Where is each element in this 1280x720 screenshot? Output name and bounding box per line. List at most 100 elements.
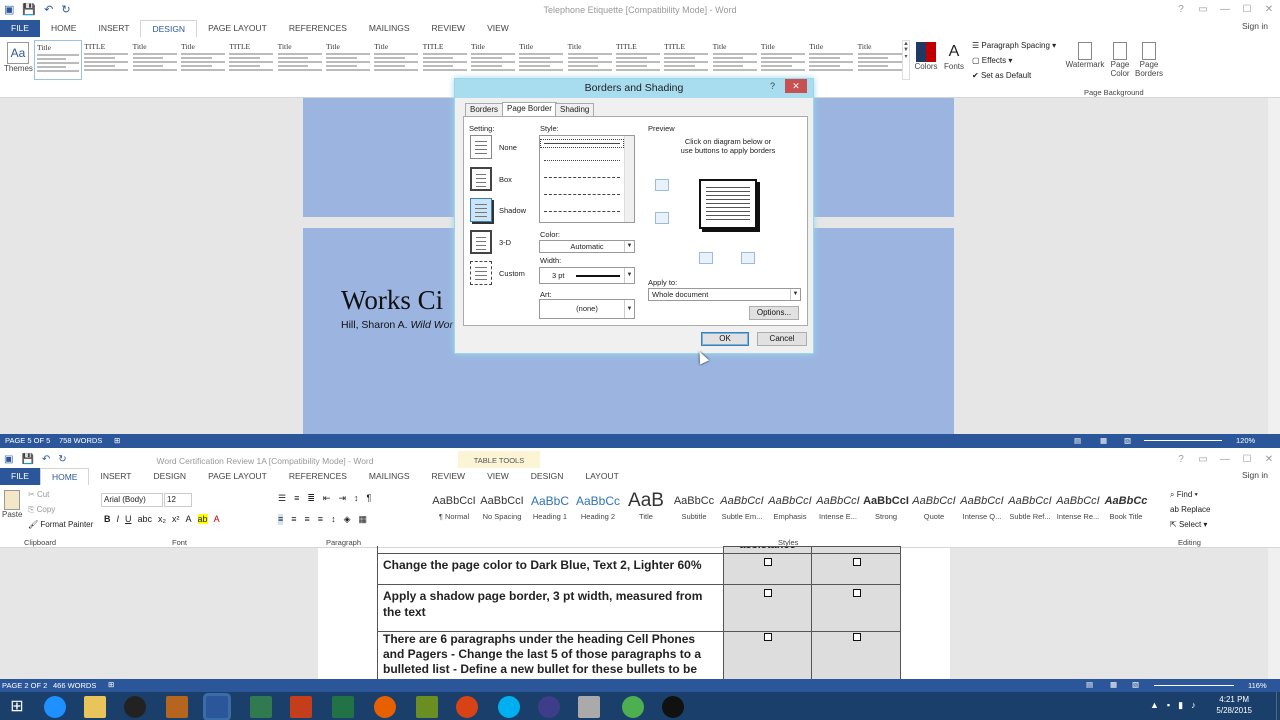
numbering-icon[interactable]: ≡ — [294, 493, 299, 504]
tray-arrow-icon[interactable]: ▲ — [1150, 700, 1159, 711]
copy-button[interactable]: ⎘ Copy — [28, 505, 55, 515]
style-set-item[interactable]: TITLE — [421, 40, 469, 80]
table-row-task[interactable]: Change the page color to Dark Blue, Text… — [377, 553, 724, 585]
style-item[interactable]: AaBbCcI ¶ Normal — [430, 490, 478, 530]
tab-design[interactable]: DESIGN — [520, 468, 575, 485]
checkbox-icon[interactable] — [853, 589, 861, 597]
excel-icon[interactable] — [332, 696, 354, 718]
align-left-icon[interactable]: ≡ — [278, 514, 284, 525]
checkbox-icon[interactable] — [853, 558, 861, 566]
bullets-icon[interactable]: ☰ — [278, 493, 286, 504]
style-item[interactable]: AaBbCcI Strong — [862, 490, 910, 530]
powerpoint-icon[interactable] — [290, 696, 312, 718]
close-icon[interactable]: ✕ — [1258, 0, 1280, 20]
setting-box-icon[interactable] — [470, 167, 492, 191]
style-item[interactable]: AaBbC Heading 1 — [526, 490, 574, 530]
tab-review[interactable]: REVIEW — [421, 20, 477, 37]
watermark-button[interactable]: Watermark — [1064, 42, 1106, 69]
pilcrow-icon[interactable]: ¶ — [366, 493, 371, 504]
table-row-task[interactable]: Apply a shadow page border, 3 pt width, … — [377, 584, 724, 632]
style-set-item[interactable]: Title — [711, 40, 759, 80]
setting-3d-icon[interactable] — [470, 230, 492, 254]
style-set-item[interactable]: Title — [34, 40, 82, 80]
font-color-icon[interactable]: A — [214, 514, 220, 524]
checkbox-icon[interactable] — [853, 633, 861, 641]
tab-page-layout[interactable]: PAGE LAYOUT — [197, 20, 278, 37]
strikethrough-button[interactable]: abc — [138, 514, 153, 524]
font-name-input[interactable]: Arial (Body) — [101, 493, 163, 507]
zoom-slider[interactable] — [1144, 440, 1222, 441]
shading-icon[interactable]: ◈ — [344, 514, 351, 525]
style-item[interactable]: AaB Title — [622, 490, 670, 530]
set-as-default-button[interactable]: ✔ Set as Default — [972, 71, 1031, 80]
tab-page-border[interactable]: Page Border — [502, 102, 557, 117]
ribbon-display-icon[interactable]: ▭ — [1192, 0, 1214, 20]
art-dropdown[interactable]: (none) ▼ — [539, 299, 635, 319]
style-item[interactable]: AaBbCcI Intense Re... — [1054, 490, 1102, 530]
setting-none-label[interactable]: None — [499, 143, 517, 152]
bold-button[interactable]: B — [104, 514, 111, 524]
style-item[interactable]: AaBbCcI Emphasis — [766, 490, 814, 530]
setting-box-label[interactable]: Box — [499, 175, 512, 184]
line-spacing-icon[interactable]: ↕ — [331, 514, 336, 525]
style-dotted[interactable] — [544, 160, 620, 161]
tab-file[interactable]: FILE — [0, 468, 40, 485]
colors-button[interactable]: Colors — [913, 42, 939, 71]
word-count[interactable]: 758 WORDS — [59, 436, 102, 445]
minecraft-icon[interactable] — [416, 696, 438, 718]
underline-button[interactable]: U — [125, 514, 132, 524]
media-player-icon[interactable] — [578, 696, 600, 718]
font-size-input[interactable]: 12 — [164, 493, 192, 507]
color-dropdown[interactable]: Automatic ▼ — [539, 240, 635, 253]
italic-button[interactable]: I — [117, 514, 120, 524]
help-icon[interactable]: ? — [1170, 0, 1192, 20]
page-color-button[interactable]: Page Color — [1106, 42, 1134, 78]
left-border-button[interactable] — [699, 252, 713, 264]
tab-design[interactable]: DESIGN — [140, 20, 198, 37]
style-set-item[interactable]: Title — [276, 40, 324, 80]
decrease-indent-icon[interactable]: ⇤ — [323, 493, 331, 504]
page-indicator[interactable]: PAGE 5 OF 5 — [5, 436, 50, 445]
taskbar-clock[interactable]: 4:21 PM 5/28/2015 — [1216, 694, 1252, 716]
file-explorer-icon[interactable] — [84, 696, 106, 718]
style-set-item[interactable]: Title — [566, 40, 614, 80]
options-button[interactable]: Options... — [749, 306, 799, 320]
border-preview-diagram[interactable] — [699, 179, 757, 229]
style-set-item[interactable]: Title — [179, 40, 227, 80]
select-button[interactable]: ⇱ Select ▾ — [1170, 520, 1207, 529]
multilevel-icon[interactable]: ≣ — [307, 493, 315, 504]
sort-icon[interactable]: ↕ — [354, 493, 359, 504]
dialog-help-icon[interactable]: ? — [770, 81, 775, 91]
replace-button[interactable]: ab Replace — [1170, 505, 1210, 514]
show-desktop-button[interactable] — [1276, 692, 1280, 720]
setting-none-icon[interactable] — [470, 135, 492, 159]
bottom-sign-in[interactable]: Sign in — [1242, 470, 1268, 480]
style-item[interactable]: AaBbCcI No Spacing — [478, 490, 526, 530]
setting-shadow-label[interactable]: Shadow — [499, 206, 526, 215]
paragraph-spacing-button[interactable]: ☰ Paragraph Spacing ▾ — [972, 41, 1056, 50]
word-count[interactable]: 466 WORDS — [53, 681, 96, 690]
setting-custom-label[interactable]: Custom — [499, 269, 525, 278]
obs-icon[interactable] — [662, 696, 684, 718]
style-item[interactable]: AaBbCcI Subtle Em... — [718, 490, 766, 530]
chrome-icon[interactable] — [622, 696, 644, 718]
network-icon[interactable]: ▮ — [1178, 700, 1183, 711]
tab-mailings[interactable]: MAILINGS — [358, 20, 421, 37]
tab-page-layout[interactable]: PAGE LAYOUT — [197, 468, 278, 485]
width-dropdown[interactable]: 3 pt ▼ — [539, 267, 635, 284]
effects-button[interactable]: ▢ Effects ▾ — [972, 56, 1012, 65]
align-center-icon[interactable]: ≡ — [291, 514, 296, 525]
sign-in-link[interactable]: Sign in — [1242, 21, 1268, 31]
table-row-task[interactable]: There are 6 paragraphs under the heading… — [377, 631, 724, 679]
gallery-scroll[interactable]: ▲ ▼ ▾ — [902, 40, 910, 80]
firefox-icon[interactable] — [374, 696, 396, 718]
style-set-item[interactable]: Title — [517, 40, 565, 80]
setting-3d-label[interactable]: 3-D — [499, 238, 511, 247]
style-dashed[interactable] — [544, 194, 620, 195]
setting-shadow-icon[interactable] — [470, 198, 492, 222]
apply-to-dropdown[interactable]: Whole document ▼ — [648, 288, 801, 301]
tab-shading[interactable]: Shading — [555, 103, 595, 116]
tab-file[interactable]: FILE — [0, 20, 40, 37]
tab-borders[interactable]: Borders — [465, 103, 504, 116]
zoom-level[interactable]: 120% — [1236, 436, 1255, 445]
